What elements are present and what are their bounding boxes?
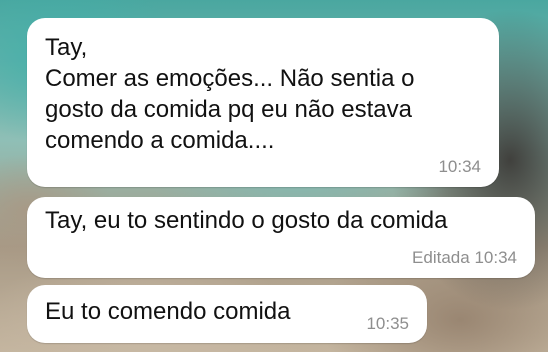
message-bubble[interactable]: Tay, Comer as emoções... Não sentia o go…	[27, 18, 499, 187]
message-text: Tay, Comer as emoções... Não sentia o go…	[45, 34, 415, 154]
message-bubble[interactable]: Eu to comendo comida 10:35	[27, 285, 427, 343]
edited-label: Editada	[412, 248, 470, 267]
message-meta: Editada 10:34	[412, 248, 517, 268]
message-timestamp: 10:35	[366, 314, 409, 333]
message-text: Tay, eu to sentindo o gosto da comida	[45, 207, 448, 234]
message-timestamp: 10:34	[474, 248, 517, 267]
message-bubble[interactable]: Tay, eu to sentindo o gosto da comida Ed…	[27, 197, 535, 278]
message-timestamp: 10:34	[438, 157, 481, 176]
message-text: Eu to comendo comida	[45, 298, 291, 325]
